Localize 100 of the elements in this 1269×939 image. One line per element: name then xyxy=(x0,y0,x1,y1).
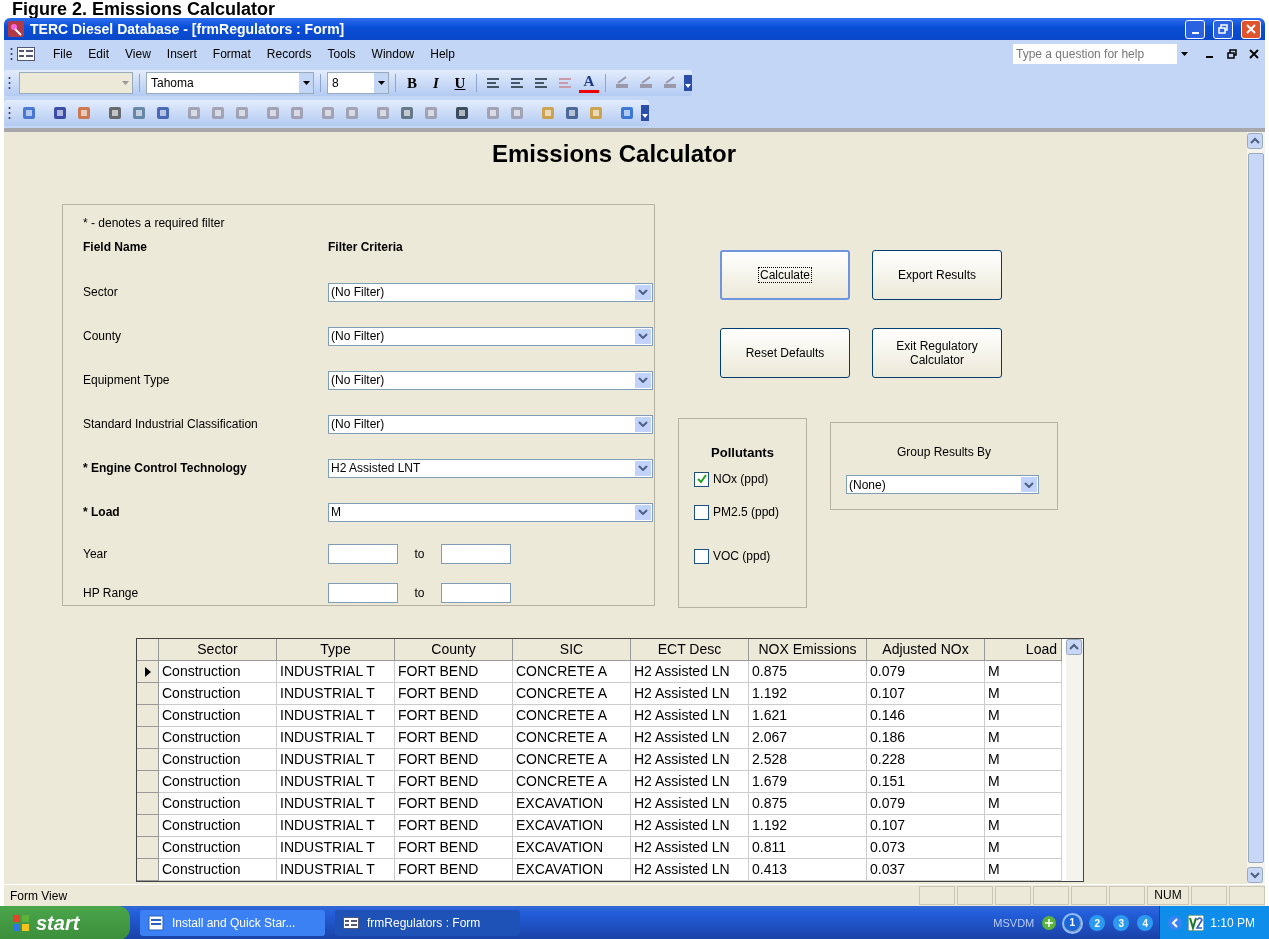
table-cell: M xyxy=(985,727,1062,749)
table-cell: FORT BEND xyxy=(395,771,513,793)
form-button[interactable]: Export Results xyxy=(872,250,1002,300)
column-header[interactable]: County xyxy=(395,639,513,661)
field-label: * Engine Control Technology xyxy=(83,461,248,475)
column-header[interactable]: Load xyxy=(985,639,1062,661)
table-cell: 2.067 xyxy=(749,727,867,749)
table-cell: H2 Assisted LN xyxy=(631,683,749,705)
filter-dropdown[interactable]: (No Filter) xyxy=(328,282,653,302)
filter-dropdown[interactable]: (No Filter) xyxy=(328,414,653,434)
taskbar-button[interactable]: Install and Quick Star... xyxy=(140,910,325,936)
column-header[interactable]: SIC xyxy=(513,639,631,661)
start-button[interactable]: start xyxy=(0,906,130,939)
menu-item[interactable]: Insert xyxy=(158,47,205,61)
field-label: Equipment Type xyxy=(83,373,171,387)
toolbar-options-icon[interactable] xyxy=(641,105,649,121)
app-logo-icon[interactable] xyxy=(1188,915,1205,931)
menu-item[interactable]: Records xyxy=(258,47,320,61)
column-header[interactable]: Adjusted NOx xyxy=(867,639,985,661)
form-icon[interactable] xyxy=(17,47,35,61)
form-button[interactable]: Calculate xyxy=(720,250,850,300)
table-cell: Construction xyxy=(159,727,277,749)
align-right-icon[interactable] xyxy=(533,75,549,91)
checkbox-label: VOC (ppd) xyxy=(713,549,771,563)
checkbox[interactable] xyxy=(694,548,709,564)
column-header[interactable]: NOX Emissions xyxy=(749,639,867,661)
table-cell: H2 Assisted LN xyxy=(631,705,749,727)
table-cell: EXCAVATION xyxy=(513,815,631,837)
range-to-field[interactable] xyxy=(441,543,511,564)
form-button[interactable]: Exit Regulatory Calculator xyxy=(872,328,1002,378)
font-color-button[interactable]: A xyxy=(579,73,599,93)
group-by-dropdown[interactable]: (None) xyxy=(846,475,1039,494)
table-cell: Construction xyxy=(159,815,277,837)
num-lock-indicator: NUM xyxy=(1147,886,1189,905)
table-scrollbar[interactable] xyxy=(1066,639,1083,881)
scroll-up-icon[interactable] xyxy=(1247,133,1263,149)
filter-dropdown[interactable]: H2 Assisted LNT xyxy=(328,458,653,478)
chevron-down-icon xyxy=(638,509,648,515)
desktop-button[interactable]: 1 xyxy=(1064,914,1082,932)
close-icon[interactable] xyxy=(1249,49,1259,59)
menu-item[interactable]: Edit xyxy=(80,47,118,61)
column-header[interactable]: ECT Desc xyxy=(631,639,749,661)
record-selector[interactable] xyxy=(137,661,159,683)
minimize-button[interactable] xyxy=(1185,19,1205,39)
filter-dropdown[interactable]: (No Filter) xyxy=(328,370,653,390)
table-cell: FORT BEND xyxy=(395,705,513,727)
form-button[interactable]: Reset Defaults xyxy=(720,328,850,378)
menu-item[interactable]: Format xyxy=(204,47,259,61)
text-style-button[interactable]: I xyxy=(426,72,446,94)
status-panel xyxy=(957,886,993,905)
table-cell: 0.151 xyxy=(867,771,985,793)
restore-icon[interactable] xyxy=(1227,49,1237,59)
align-center-icon[interactable] xyxy=(509,75,525,91)
table-cell: 0.413 xyxy=(749,859,867,881)
menu-item[interactable]: Window xyxy=(363,47,423,61)
form-scrollbar[interactable] xyxy=(1247,132,1265,884)
table-cell: M xyxy=(985,837,1062,859)
font-combo[interactable]: Tahoma xyxy=(146,72,314,94)
menu-item[interactable]: File xyxy=(45,47,81,61)
filter-dropdown[interactable]: (No Filter) xyxy=(328,326,653,346)
table-cell: INDUSTRIAL T xyxy=(277,793,395,815)
toolbar-grip-icon xyxy=(10,46,13,62)
table-cell: Construction xyxy=(159,837,277,859)
toolbar-options-icon[interactable] xyxy=(684,75,692,91)
caret-icon xyxy=(302,81,310,85)
close-icon xyxy=(1246,24,1256,34)
table-cell: M xyxy=(985,683,1062,705)
text-style-button[interactable]: U xyxy=(450,72,470,94)
text-style-button[interactable]: B xyxy=(402,72,422,94)
tray-label: MSVDM xyxy=(993,917,1035,929)
range-to-field[interactable] xyxy=(441,582,511,603)
range-from-field[interactable] xyxy=(328,543,398,564)
checkbox[interactable] xyxy=(694,504,709,520)
current-record-icon xyxy=(144,666,151,677)
toolbar-grip-icon xyxy=(8,105,11,121)
font-size-combo[interactable]: 8 xyxy=(327,72,389,94)
column-header[interactable]: Type xyxy=(277,639,395,661)
table-cell: CONCRETE A xyxy=(513,705,631,727)
chevron-icon[interactable] xyxy=(1168,916,1183,930)
help-search-field[interactable]: Type a question for help xyxy=(1013,44,1191,64)
checkbox[interactable] xyxy=(694,471,709,487)
align-left-icon[interactable] xyxy=(485,75,501,91)
table-cell: M xyxy=(985,749,1062,771)
taskbar-button[interactable]: frmRegulators : Form xyxy=(335,910,520,936)
column-header: Field Name xyxy=(83,240,149,254)
range-separator: to xyxy=(413,546,426,561)
filter-dropdown[interactable]: M xyxy=(328,502,653,522)
header-corner xyxy=(137,639,159,661)
menu-item[interactable]: Help xyxy=(422,47,463,61)
restore-button[interactable] xyxy=(1213,19,1233,39)
menu-item[interactable]: View xyxy=(117,47,159,61)
close-button[interactable] xyxy=(1241,19,1261,39)
scroll-up-icon[interactable] xyxy=(1066,639,1082,655)
column-header: Filter Criteria xyxy=(328,240,403,254)
column-header[interactable]: Sector xyxy=(159,639,277,661)
table-cell: Construction xyxy=(159,683,277,705)
menu-item[interactable]: Tools xyxy=(319,47,364,61)
range-from-field[interactable] xyxy=(328,582,398,603)
scroll-down-icon[interactable] xyxy=(1247,867,1263,883)
status-panel xyxy=(919,886,955,905)
